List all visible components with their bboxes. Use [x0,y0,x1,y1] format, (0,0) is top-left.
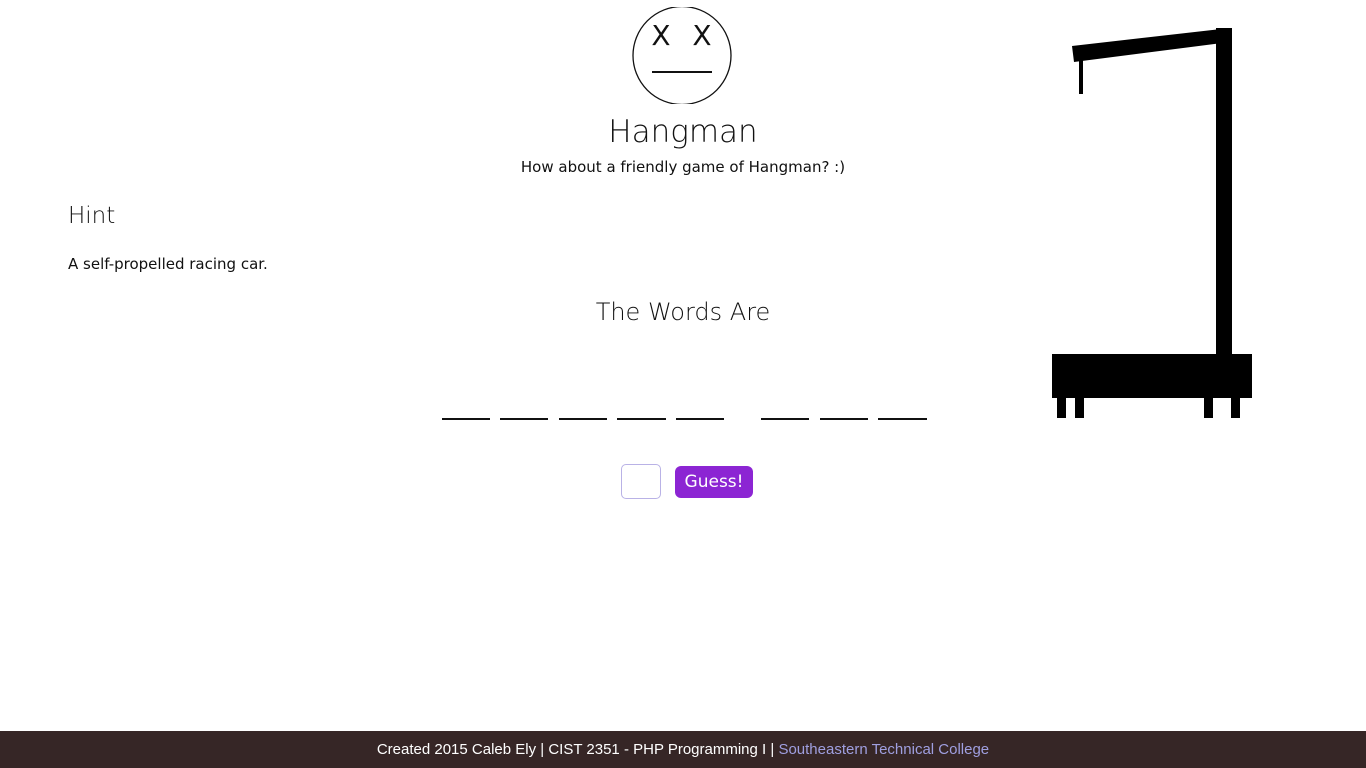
college-link[interactable]: Southeastern Technical College [778,741,989,758]
footer: Created 2015 Caleb Ely | CIST 2351 - PHP… [0,731,1366,768]
letter-blank [878,418,927,420]
letter-blank [442,418,490,420]
footer-credit: Created 2015 Caleb Ely | CIST 2351 - PHP… [376,741,779,758]
letter-blank [500,418,548,420]
svg-text:X: X [651,19,670,52]
letter-blank [559,418,607,420]
letter-blank [761,418,809,420]
guess-button[interactable]: Guess! [675,466,753,498]
gallows-icon [1052,28,1252,418]
svg-text:X: X [692,19,711,52]
guess-letter-input[interactable] [621,464,661,499]
letter-blank [617,418,666,420]
letter-blank [820,418,868,420]
hint-text: A self-propelled racing car. [68,255,268,273]
hint-heading: Hint [68,203,116,229]
dead-face-icon: X X [632,7,732,104]
letter-blank [676,418,724,420]
hangman-page: X X Hangman How about a friendly game of… [0,0,1366,768]
